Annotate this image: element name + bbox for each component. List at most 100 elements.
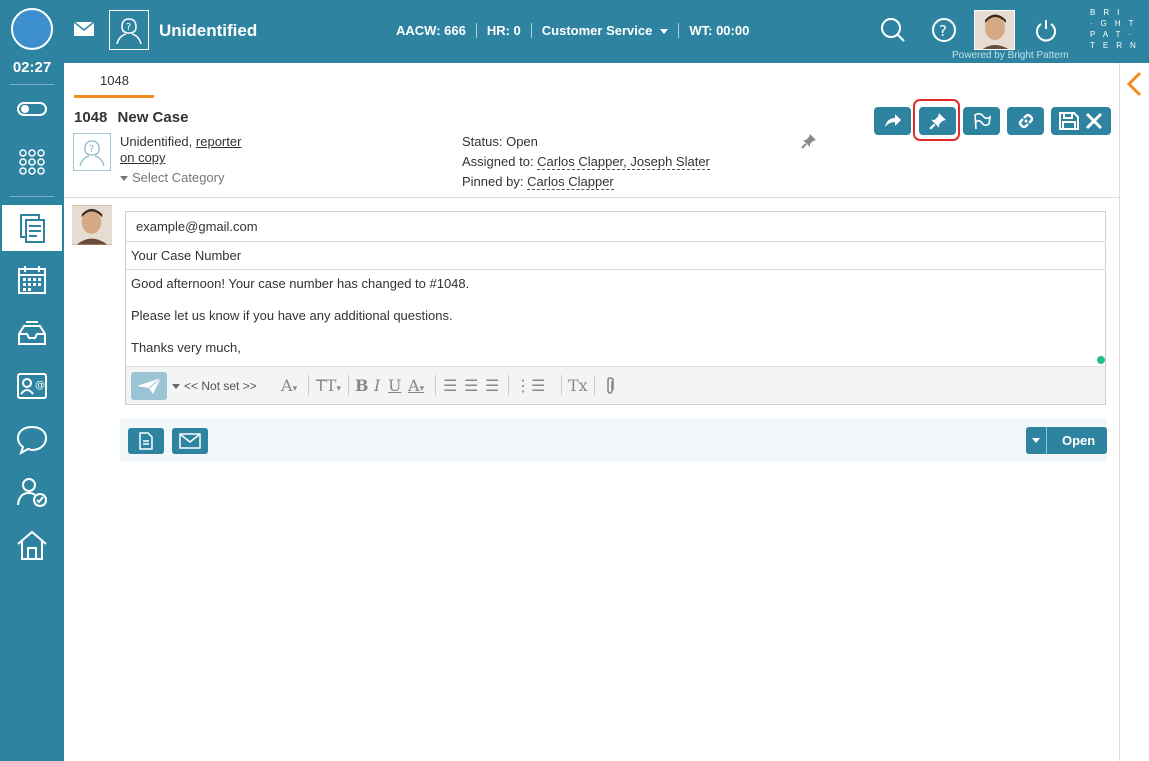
chevron-left-icon: [1126, 71, 1142, 97]
to-field[interactable]: example@gmail.com: [126, 212, 1105, 242]
assigned-value[interactable]: Carlos Clapper, Joseph Slater: [537, 154, 710, 170]
flag-icon: [973, 112, 991, 130]
calendar-icon: [18, 266, 46, 294]
link-button[interactable]: [1007, 107, 1044, 135]
flag-button[interactable]: [963, 107, 1000, 135]
user-photo-icon: [975, 11, 1014, 49]
tab-case-1048[interactable]: 1048: [74, 64, 154, 98]
sidebar-item-directory[interactable]: @: [0, 363, 64, 409]
forward-button[interactable]: [874, 107, 911, 135]
bold-icon[interactable]: B: [355, 376, 369, 395]
svg-text:?: ?: [939, 22, 947, 40]
status-label: Status:: [462, 134, 503, 149]
contact-name-text: Unidentified,: [120, 134, 193, 149]
unidentified-avatar[interactable]: ?: [109, 10, 149, 50]
case-title: 1048 New Case: [74, 109, 188, 126]
from-address-selector[interactable]: << Not set >>: [172, 379, 257, 393]
font-color-icon[interactable]: A▾: [408, 376, 424, 395]
user-check-icon: [17, 478, 47, 507]
align-right-icon[interactable]: ☰: [485, 376, 499, 395]
agent-status-indicator[interactable]: [11, 8, 53, 50]
toolbar-separator: [508, 375, 509, 395]
new-note-button[interactable]: [128, 428, 164, 454]
resize-handle[interactable]: [1097, 356, 1105, 364]
help-icon: ?: [932, 18, 956, 42]
underline-icon[interactable]: U: [388, 376, 401, 395]
brand-line: PAT·: [1090, 30, 1140, 39]
sidebar-divider: [10, 84, 54, 85]
powered-by-text: Powered by Bright Pattern: [952, 50, 1069, 61]
save-icon: [1059, 112, 1079, 130]
logout-button[interactable]: [1033, 17, 1059, 48]
svg-text:?: ?: [89, 144, 94, 155]
top-bar: ? Unidentified AACW: 666 HR: 0 Customer …: [64, 0, 1149, 63]
category-selector[interactable]: Select Category: [120, 170, 225, 185]
composer-footer: Open: [120, 418, 1107, 462]
sidebar-item-cases[interactable]: [2, 205, 62, 251]
user-unknown-icon: ?: [116, 18, 142, 45]
chevron-down-icon[interactable]: [1026, 427, 1047, 454]
on-copy-link[interactable]: on copy: [120, 150, 166, 165]
align-left-icon[interactable]: ☰: [443, 376, 457, 395]
help-button[interactable]: ?: [931, 17, 957, 48]
clear-format-icon[interactable]: Tx: [568, 376, 588, 395]
documents-icon: [20, 214, 45, 243]
status-value: Open: [506, 134, 538, 149]
toggle-icon: [17, 102, 47, 116]
sidebar-item-calendar[interactable]: [0, 257, 64, 303]
svg-text:?: ?: [126, 22, 131, 33]
service-selector[interactable]: Customer Service: [532, 23, 680, 38]
contact-avatar[interactable]: ?: [73, 133, 111, 171]
search-icon: [881, 18, 905, 42]
aacw-metric: AACW: 666: [386, 23, 477, 38]
send-button[interactable]: [131, 372, 167, 400]
agent-photo-avatar[interactable]: [974, 10, 1015, 50]
sidebar-item-supervision[interactable]: [0, 469, 64, 515]
email-body-line[interactable]: Thanks very much,: [131, 340, 241, 355]
email-body-line[interactable]: Please let us know if you have any addit…: [131, 308, 453, 323]
sidebar-item-home[interactable]: [0, 522, 64, 568]
sidebar-item-inbox[interactable]: [0, 310, 64, 356]
mail-button[interactable]: [73, 20, 95, 43]
bullet-list-icon[interactable]: ⋮☰: [515, 376, 545, 395]
email-body-line[interactable]: Good afternoon! Your case number has cha…: [131, 276, 469, 291]
envelope-icon: [73, 21, 95, 36]
toolbar-separator: [308, 375, 309, 395]
envelope-icon: [179, 433, 201, 449]
wt-metric: WT: 00:00: [689, 23, 750, 38]
pinned-value[interactable]: Carlos Clapper: [527, 174, 614, 190]
brand-logo: BRI ·GHT PAT· TERN: [1090, 7, 1144, 51]
contact-role-link[interactable]: reporter: [196, 134, 242, 149]
save-close-button[interactable]: [1051, 107, 1111, 135]
expand-right-panel-button[interactable]: [1124, 70, 1144, 103]
subject-field[interactable]: Your Case Number: [126, 242, 1105, 270]
open-label: Open: [1062, 433, 1096, 448]
header-divider: [64, 197, 1119, 198]
text-size-icon[interactable]: ꓔT▾: [316, 376, 341, 395]
italic-icon[interactable]: I: [374, 376, 380, 395]
pin-icon: [801, 134, 816, 149]
assigned-row: Assigned to: Carlos Clapper, Joseph Slat…: [462, 154, 710, 170]
attachment-icon[interactable]: [604, 376, 616, 400]
dialpad-button[interactable]: [0, 139, 64, 185]
align-center-icon[interactable]: ☰: [464, 376, 478, 395]
toolbar-separator: [561, 375, 562, 395]
ready-toggle[interactable]: [0, 86, 64, 132]
font-size-icon[interactable]: A▾: [281, 376, 297, 395]
brand-line: ·GHT: [1090, 19, 1142, 28]
sidebar-item-chat[interactable]: [0, 416, 64, 462]
new-email-button[interactable]: [172, 428, 208, 454]
search-button[interactable]: [880, 17, 906, 48]
contact-card-icon: @: [17, 373, 47, 399]
author-avatar: [72, 205, 112, 245]
editor-toolbar: << Not set >> A▾ ꓔT▾ B I U A▾ ☰ ☰ ☰ ⋮☰ T…: [126, 366, 1105, 404]
hr-metric: HR: 0: [477, 23, 532, 38]
svg-text:@: @: [35, 380, 45, 391]
case-number: 1048: [74, 109, 108, 126]
pinned-row: Pinned by: Carlos Clapper: [462, 174, 614, 190]
case-state-button[interactable]: Open: [1026, 427, 1107, 454]
forward-arrow-icon: [884, 114, 901, 127]
inbox-icon: [18, 321, 46, 345]
power-icon: [1036, 20, 1056, 42]
link-icon: [1018, 113, 1033, 129]
